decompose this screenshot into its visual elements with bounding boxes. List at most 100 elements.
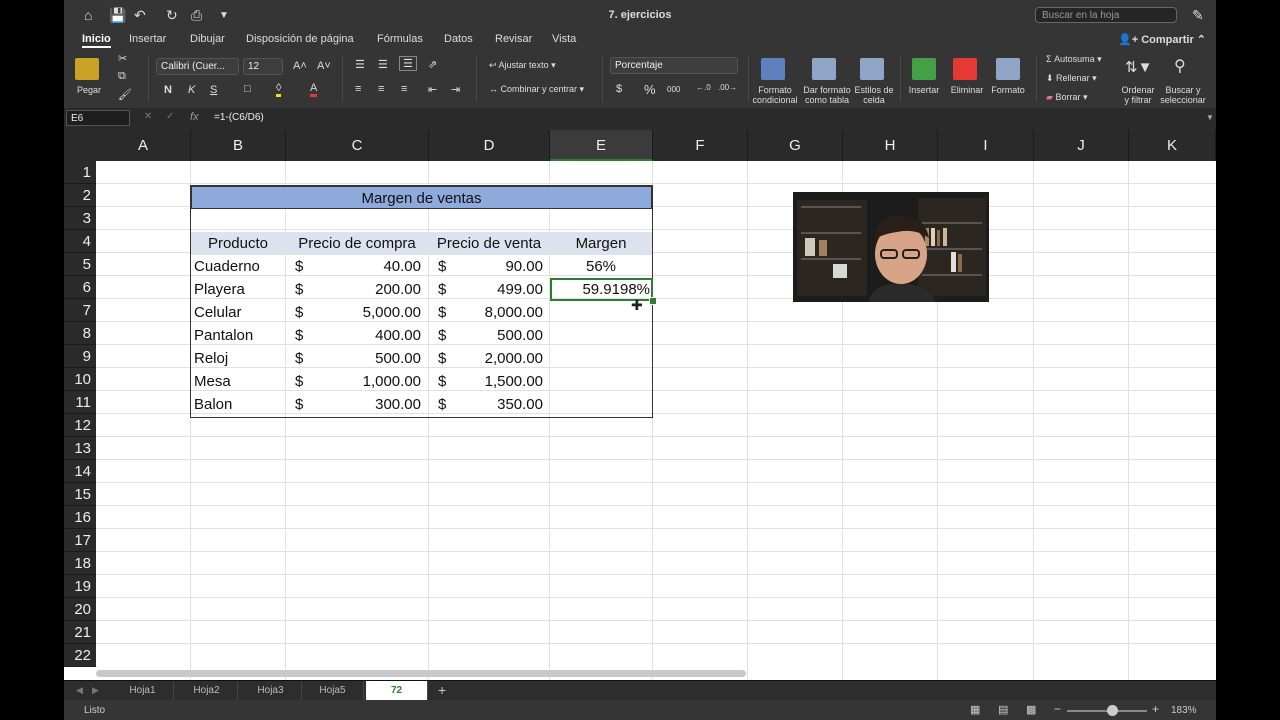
row-header[interactable]: 3 — [64, 207, 96, 230]
cell-margen[interactable]: 56% — [550, 255, 652, 278]
cell-producto[interactable]: Cuaderno — [194, 255, 260, 278]
row-header[interactable]: 8 — [64, 322, 96, 345]
tab-formulas[interactable]: Fórmulas — [377, 33, 423, 45]
sheet-tab-hoja3[interactable]: Hoja3 — [240, 681, 302, 701]
column-header-b[interactable]: B — [191, 130, 286, 161]
header-producto[interactable]: Producto — [191, 232, 285, 255]
wrap-text-button[interactable]: ↩ Ajustar texto ▾ — [489, 60, 556, 71]
row-header[interactable]: 17 — [64, 529, 96, 552]
column-header-i[interactable]: I — [938, 130, 1034, 161]
sheet-tab-hoja1[interactable]: Hoja1 — [112, 681, 174, 701]
column-header-c[interactable]: C — [286, 130, 429, 161]
tab-inicio[interactable]: Inicio — [82, 33, 111, 48]
format-painter-icon[interactable]: 🖌 — [118, 88, 132, 101]
spreadsheet-grid[interactable]: A B C D E F G H I J K 1 2 3 4 5 6 7 8 9 … — [64, 130, 1216, 680]
fill-button[interactable]: ⬇ Rellenar ▾ — [1046, 73, 1097, 84]
tab-dibujar[interactable]: Dibujar — [190, 33, 225, 45]
column-header-e[interactable]: E — [550, 130, 653, 161]
font-name-select[interactable]: Calibri (Cuer... — [156, 58, 239, 75]
fx-icon[interactable]: fx — [190, 111, 199, 123]
row-header[interactable]: 9 — [64, 345, 96, 368]
currency-button[interactable]: $ — [616, 83, 622, 95]
underline-button[interactable]: S — [210, 84, 217, 96]
orientation-icon[interactable]: ⇗ — [428, 58, 437, 71]
zoom-out-icon[interactable]: − — [1054, 702, 1061, 716]
cell-precio-venta[interactable]: 8,000.00 — [429, 301, 543, 324]
cell-producto[interactable]: Celular — [194, 301, 242, 324]
row-header[interactable]: 20 — [64, 598, 96, 621]
column-header-j[interactable]: J — [1034, 130, 1129, 161]
row-header[interactable]: 16 — [64, 506, 96, 529]
table-title[interactable]: Margen de ventas — [191, 186, 652, 209]
find-select-icon[interactable]: ⚲ — [1174, 56, 1186, 76]
page-layout-icon[interactable]: ▤ — [998, 703, 1008, 716]
cell-producto[interactable]: Balon — [194, 393, 232, 416]
row-header[interactable]: 2 — [64, 184, 96, 207]
font-size-select[interactable]: 12 — [243, 58, 283, 75]
sheet-tab-hoja2[interactable]: Hoja2 — [176, 681, 238, 701]
cell-margen[interactable] — [550, 347, 652, 370]
cell-precio-compra[interactable]: 300.00 — [286, 393, 421, 416]
cell-precio-compra[interactable]: 400.00 — [286, 324, 421, 347]
cell-styles-icon[interactable] — [860, 58, 884, 80]
thousands-button[interactable]: 000 — [667, 85, 680, 94]
expand-formula-icon[interactable]: ▼ — [1206, 113, 1214, 122]
column-header-h[interactable]: H — [843, 130, 938, 161]
zoom-in-icon[interactable]: + — [1152, 702, 1159, 716]
autosum-button[interactable]: Σ Autosuma ▾ — [1046, 54, 1102, 65]
name-box[interactable]: E6 — [66, 110, 130, 126]
cell-producto[interactable]: Reloj — [194, 347, 228, 370]
cancel-icon[interactable]: ✕ — [144, 111, 152, 122]
percent-button[interactable]: % — [644, 82, 656, 97]
align-right-icon[interactable]: ≡ — [401, 83, 407, 95]
sort-filter-icon[interactable]: ⇅▼ — [1125, 58, 1152, 76]
cell-margen[interactable] — [550, 324, 652, 347]
cell-producto[interactable]: Playera — [194, 278, 245, 301]
bold-button[interactable]: N — [164, 84, 172, 96]
header-precio-venta[interactable]: Precio de venta — [429, 232, 549, 255]
prev-sheet-icon[interactable]: ◀ — [76, 685, 83, 696]
borders-icon[interactable]: □ — [244, 83, 251, 95]
page-break-icon[interactable]: ▩ — [1026, 703, 1036, 716]
align-center-icon[interactable]: ≡ — [378, 83, 384, 95]
italic-button[interactable]: K — [188, 84, 195, 96]
row-header[interactable]: 5 — [64, 253, 96, 276]
column-header-f[interactable]: F — [653, 130, 748, 161]
zoom-level[interactable]: 183% — [1171, 705, 1197, 716]
search-sheet-input[interactable]: Buscar en la hoja — [1035, 7, 1177, 23]
cell-precio-venta[interactable]: 500.00 — [429, 324, 543, 347]
align-bottom-icon[interactable]: ☰ — [399, 56, 417, 71]
align-left-icon[interactable]: ≡ — [355, 83, 361, 95]
row-header[interactable]: 14 — [64, 460, 96, 483]
cell-precio-venta[interactable]: 1,500.00 — [429, 370, 543, 393]
normal-view-icon[interactable]: ▦ — [970, 703, 980, 716]
tab-vista[interactable]: Vista — [552, 33, 576, 45]
row-header[interactable]: 11 — [64, 391, 96, 414]
column-header-a[interactable]: A — [96, 130, 191, 161]
row-header[interactable]: 22 — [64, 644, 96, 667]
cell-margen[interactable] — [550, 370, 652, 393]
row-header[interactable]: 7 — [64, 299, 96, 322]
row-header[interactable]: 21 — [64, 621, 96, 644]
cell-precio-venta[interactable]: 90.00 — [429, 255, 543, 278]
align-top-icon[interactable]: ☰ — [355, 58, 365, 71]
tab-insertar[interactable]: Insertar — [129, 33, 166, 45]
cell-precio-compra[interactable]: 500.00 — [286, 347, 421, 370]
number-format-select[interactable]: Porcentaje — [610, 57, 738, 74]
cell-precio-venta[interactable]: 499.00 — [429, 278, 543, 301]
row-header[interactable]: 4 — [64, 230, 96, 253]
confirm-icon[interactable]: ✓ — [166, 111, 174, 122]
row-header[interactable]: 18 — [64, 552, 96, 575]
insert-cells-icon[interactable] — [912, 58, 936, 80]
format-cells-icon[interactable] — [996, 58, 1020, 80]
font-color-icon[interactable]: A — [310, 82, 318, 97]
cell-precio-compra[interactable]: 200.00 — [286, 278, 421, 301]
decrease-font-icon[interactable]: A˅ — [317, 60, 331, 72]
row-header[interactable]: 10 — [64, 368, 96, 391]
column-header-k[interactable]: K — [1129, 130, 1216, 161]
row-header[interactable]: 12 — [64, 414, 96, 437]
sheet-tab-hoja5[interactable]: Hoja5 — [302, 681, 364, 701]
next-sheet-icon[interactable]: ▶ — [92, 685, 99, 696]
row-header[interactable]: 13 — [64, 437, 96, 460]
zoom-slider-thumb[interactable] — [1107, 705, 1118, 716]
